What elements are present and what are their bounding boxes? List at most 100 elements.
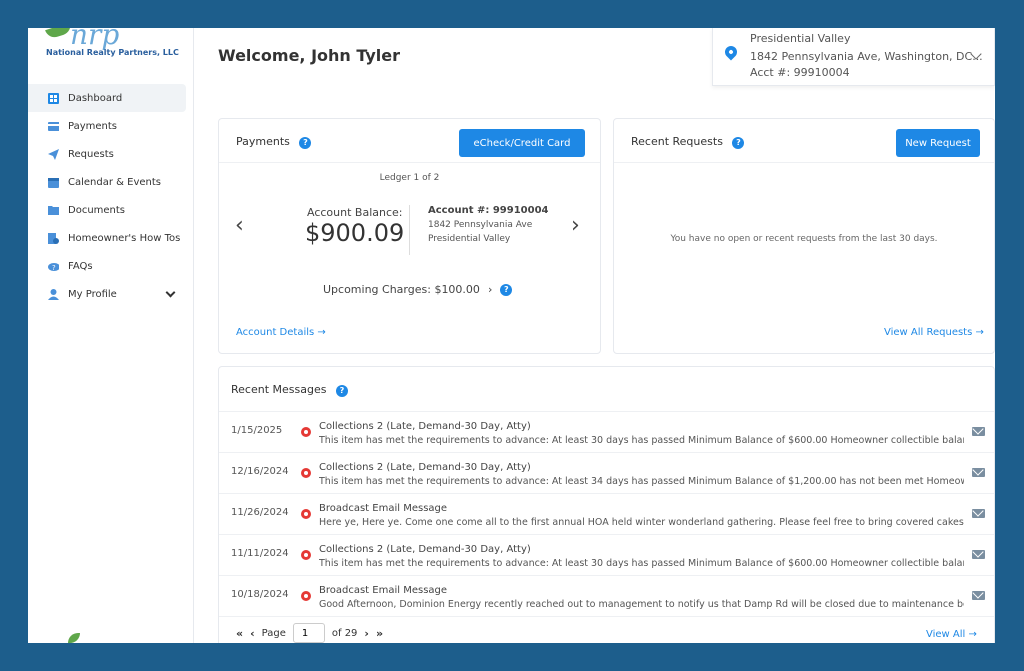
message-title: Collections 2 (Late, Demand-30 Day, Atty…: [319, 544, 531, 555]
company-logo[interactable]: nrp National Realty Partners, LLC: [28, 28, 194, 76]
cloud-question-icon: ?: [48, 261, 59, 272]
empty-requests-message: You have no open or recent requests from…: [670, 234, 938, 244]
balance-value: $900.09: [305, 219, 405, 247]
envelope-icon[interactable]: [972, 591, 985, 600]
message-row[interactable]: 1/15/2025 Collections 2 (Late, Demand-30…: [219, 413, 994, 453]
sidebar-item-dashboard[interactable]: Dashboard: [28, 84, 186, 112]
sidebar-item-label: Homeowner's How Tos: [68, 232, 181, 244]
sidebar-item-label: Requests: [68, 148, 114, 160]
card-header: Payments ? eCheck/Credit Card: [219, 119, 600, 163]
messages-title: Recent Messages: [231, 383, 327, 396]
paper-plane-icon: [48, 148, 59, 160]
view-all-messages-link[interactable]: View All →: [926, 629, 977, 640]
payments-title: Payments: [236, 135, 290, 148]
app-window: nrp National Realty Partners, LLC Dashbo…: [28, 28, 995, 643]
envelope-icon[interactable]: [972, 468, 985, 477]
message-title: Broadcast Email Message: [319, 585, 448, 596]
chevron-down-icon[interactable]: [165, 287, 176, 298]
account-details-link[interactable]: Account Details →: [236, 327, 326, 338]
account-community: Presidential Valley: [428, 234, 511, 244]
sidebar-item-calendar[interactable]: Calendar & Events: [28, 168, 194, 196]
message-preview: This item has met the requirements to ad…: [319, 435, 964, 446]
sidebar-item-label: FAQs: [68, 260, 93, 272]
sidebar-item-faqs[interactable]: ? FAQs: [28, 252, 194, 280]
recent-messages-card: Recent Messages ? 1/15/2025 Collections …: [218, 366, 995, 643]
location-pin-icon: [722, 43, 740, 61]
envelope-icon[interactable]: [972, 427, 985, 436]
previous-page-icon[interactable]: ‹: [250, 627, 255, 640]
card-title: Recent Requests ?: [631, 135, 745, 149]
sidebar-nav: Dashboard Payments Requests Calendar & E…: [28, 84, 194, 308]
credit-card-icon: [48, 121, 59, 132]
folder-icon: [48, 205, 59, 216]
sidebar-item-how-tos[interactable]: Homeowner's How Tos: [28, 224, 194, 252]
balance-label: Account Balance:: [307, 206, 403, 219]
property-account: Acct #: 99910004: [750, 66, 850, 79]
next-ledger-arrow-icon[interactable]: ›: [571, 213, 580, 238]
chevron-right-icon[interactable]: ›: [488, 283, 492, 296]
new-request-button[interactable]: New Request: [896, 129, 980, 157]
message-date: 11/11/2024: [231, 548, 289, 559]
document-gear-icon: [48, 232, 59, 244]
ledger-indicator: Ledger 1 of 2: [379, 173, 440, 183]
view-all-requests-link[interactable]: View All Requests →: [884, 327, 984, 338]
card-header: Recent Requests ? New Request: [614, 119, 994, 163]
message-row[interactable]: 10/18/2024 Broadcast Email Message Good …: [219, 577, 994, 617]
page-total: of 29: [331, 627, 358, 639]
first-page-icon[interactable]: «: [236, 627, 243, 640]
page-number-input[interactable]: [292, 623, 325, 643]
previous-ledger-arrow-icon[interactable]: ‹: [235, 213, 244, 238]
message-preview: Here ye, Here ye. Come one come all to t…: [319, 517, 964, 528]
message-title: Broadcast Email Message: [319, 503, 448, 514]
sidebar-item-label: My Profile: [68, 288, 117, 300]
message-preview: This item has met the requirements to ad…: [319, 476, 964, 487]
property-name: Presidential Valley: [750, 32, 851, 45]
card-title: Recent Messages ?: [231, 383, 348, 397]
echeck-credit-card-button[interactable]: eCheck/Credit Card: [459, 129, 585, 157]
help-icon[interactable]: ?: [299, 136, 312, 149]
help-icon[interactable]: ?: [500, 283, 513, 296]
sidebar-item-requests[interactable]: Requests: [28, 140, 194, 168]
message-date: 11/26/2024: [231, 507, 289, 518]
account-address: 1842 Pennsylvania Ave: [428, 220, 533, 230]
message-row[interactable]: 12/16/2024 Collections 2 (Late, Demand-3…: [219, 454, 994, 494]
message-row[interactable]: 11/11/2024 Collections 2 (Late, Demand-3…: [219, 536, 994, 576]
pagination: « ‹ Page of 29 › »: [236, 623, 383, 643]
help-icon[interactable]: ?: [732, 136, 745, 149]
property-selector[interactable]: Presidential Valley 1842 Pennsylvania Av…: [712, 28, 995, 86]
account-number: Account #: 99910004: [428, 205, 549, 216]
next-page-icon[interactable]: ›: [364, 627, 369, 640]
page-label: Page: [261, 627, 286, 639]
envelope-icon[interactable]: [972, 509, 985, 518]
sidebar-item-my-profile[interactable]: My Profile: [28, 280, 194, 308]
alert-status-icon: [301, 550, 311, 560]
svg-text:?: ?: [52, 264, 56, 271]
alert-status-icon: [301, 468, 311, 478]
calendar-icon: [48, 177, 59, 188]
message-preview: Good Afternoon, Dominion Energy recently…: [319, 599, 964, 610]
page-title: Welcome, John Tyler: [218, 46, 401, 65]
message-preview: This item has met the requirements to ad…: [319, 558, 964, 569]
card-header: Recent Messages ?: [219, 367, 994, 412]
message-date: 12/16/2024: [231, 466, 289, 477]
user-icon: [48, 288, 59, 300]
message-row[interactable]: 11/26/2024 Broadcast Email Message Here …: [219, 495, 994, 535]
message-date: 10/18/2024: [231, 589, 289, 600]
envelope-icon[interactable]: [972, 550, 985, 559]
recent-requests-card: Recent Requests ? New Request You have n…: [613, 118, 995, 354]
sidebar-item-label: Payments: [68, 120, 117, 132]
last-page-icon[interactable]: »: [376, 627, 383, 640]
sidebar-item-documents[interactable]: Documents: [28, 196, 194, 224]
help-icon[interactable]: ?: [335, 384, 348, 397]
dashboard-icon: [48, 92, 59, 104]
sidebar-item-payments[interactable]: Payments: [28, 112, 194, 140]
message-date: 1/15/2025: [231, 425, 283, 436]
leaf-icon: [68, 633, 80, 643]
payments-card: Payments ? eCheck/Credit Card Ledger 1 o…: [218, 118, 601, 354]
message-title: Collections 2 (Late, Demand-30 Day, Atty…: [319, 421, 531, 432]
requests-title: Recent Requests: [631, 135, 723, 148]
sidebar-item-label: Documents: [68, 204, 126, 216]
company-name: National Realty Partners, LLC: [46, 48, 179, 57]
upcoming-charges[interactable]: Upcoming Charges: $100.00 › ?: [323, 283, 513, 296]
logo-leaf-icon: [45, 28, 73, 40]
